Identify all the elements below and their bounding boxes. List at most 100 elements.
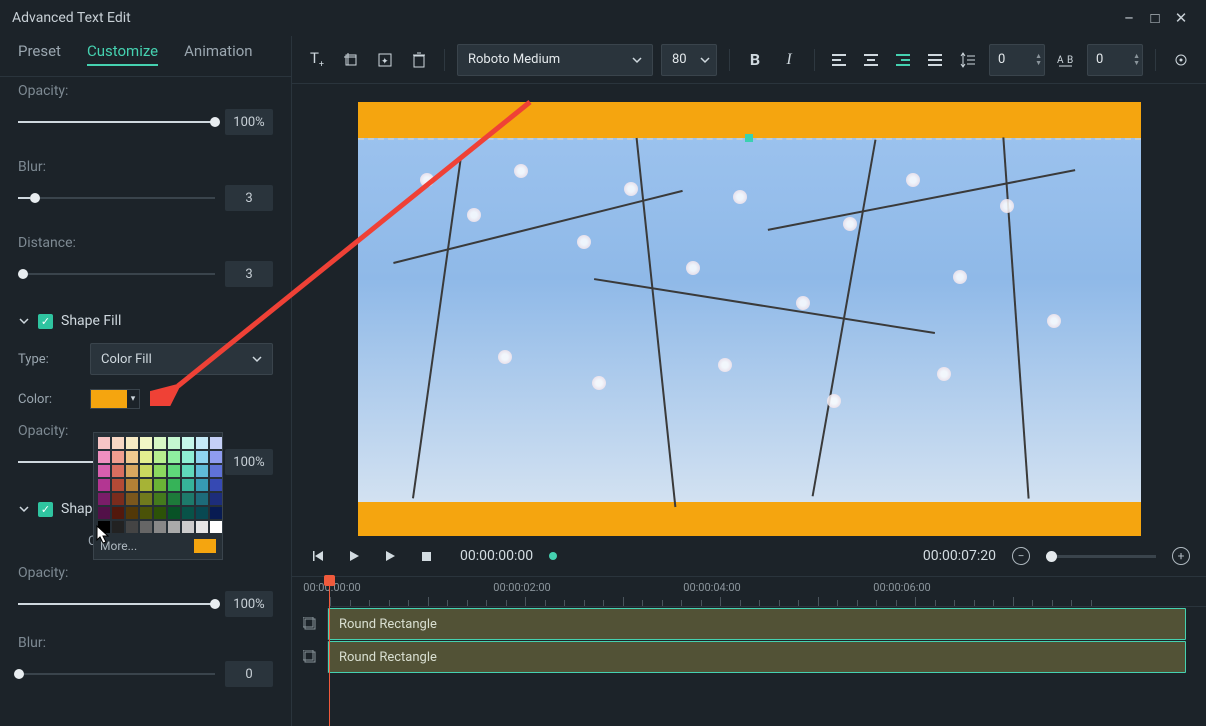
italic-icon[interactable]: I: [776, 47, 802, 73]
color-cell[interactable]: [140, 451, 152, 463]
delete-icon[interactable]: [406, 47, 432, 73]
presets-icon[interactable]: ✦: [372, 47, 398, 73]
color-cell[interactable]: [140, 521, 152, 533]
color-cell[interactable]: [112, 521, 124, 533]
maximize-button[interactable]: □: [1142, 9, 1168, 27]
color-cell[interactable]: [168, 465, 180, 477]
color-cell[interactable]: [168, 437, 180, 449]
color-cell[interactable]: [98, 465, 110, 477]
color-cell[interactable]: [168, 521, 180, 533]
color-cell[interactable]: [140, 507, 152, 519]
color-cell[interactable]: [210, 479, 222, 491]
color-cell[interactable]: [126, 437, 138, 449]
tab-customize[interactable]: Customize: [87, 42, 158, 66]
distance-value[interactable]: [225, 261, 273, 287]
color-cell[interactable]: [154, 437, 166, 449]
color-cell[interactable]: [140, 479, 152, 491]
border-blur-value[interactable]: [225, 661, 273, 687]
color-cell[interactable]: [182, 465, 194, 477]
color-cell[interactable]: [154, 507, 166, 519]
color-grid[interactable]: [98, 437, 218, 533]
color-cell[interactable]: [210, 507, 222, 519]
shape-border-checkbox[interactable]: ✓: [38, 502, 53, 517]
fill-opacity-value[interactable]: [225, 449, 273, 475]
add-text-icon[interactable]: T+: [304, 47, 330, 73]
fill-color-swatch[interactable]: ▾: [90, 389, 140, 409]
color-cell[interactable]: [154, 479, 166, 491]
align-left-icon[interactable]: [827, 48, 851, 72]
playhead[interactable]: [329, 577, 330, 726]
timeline-ruler[interactable]: 00:00:00:0000:00:02:0000:00:04:0000:00:0…: [328, 577, 1206, 607]
zoom-slider[interactable]: [1046, 555, 1156, 558]
blur-value[interactable]: [225, 185, 273, 211]
color-cell[interactable]: [182, 451, 194, 463]
close-button[interactable]: ✕: [1168, 9, 1194, 27]
timeline-clip[interactable]: Round Rectangle: [328, 608, 1186, 640]
play-forward-button[interactable]: [380, 550, 400, 562]
tab-preset[interactable]: Preset: [18, 42, 61, 66]
stop-button[interactable]: [416, 551, 436, 562]
char-spacing-icon[interactable]: AB: [1053, 47, 1079, 73]
color-cell[interactable]: [140, 465, 152, 477]
color-cell[interactable]: [112, 451, 124, 463]
color-cell[interactable]: [196, 493, 208, 505]
prev-frame-button[interactable]: [308, 550, 328, 562]
color-cell[interactable]: [210, 493, 222, 505]
color-cell[interactable]: [140, 493, 152, 505]
color-cell[interactable]: [196, 507, 208, 519]
color-cell[interactable]: [98, 493, 110, 505]
crop-icon[interactable]: [338, 47, 364, 73]
chevron-down-icon[interactable]: [18, 315, 30, 327]
track-gutter-icon[interactable]: [292, 608, 328, 640]
align-center-icon[interactable]: [859, 48, 883, 72]
color-cell[interactable]: [196, 521, 208, 533]
preview-canvas[interactable]: [358, 102, 1141, 536]
line-spacing-input[interactable]: 0 ▲▼: [989, 44, 1045, 76]
blur-slider[interactable]: [18, 185, 273, 211]
font-size-select[interactable]: 80: [661, 44, 717, 76]
color-cell[interactable]: [168, 451, 180, 463]
color-cell[interactable]: [126, 451, 138, 463]
color-cell[interactable]: [210, 521, 222, 533]
color-cell[interactable]: [196, 451, 208, 463]
color-cell[interactable]: [182, 521, 194, 533]
char-spacing-input[interactable]: 0 ▲▼: [1087, 44, 1143, 76]
color-cell[interactable]: [98, 507, 110, 519]
color-cell[interactable]: [168, 493, 180, 505]
color-cell[interactable]: [98, 437, 110, 449]
minimize-button[interactable]: –: [1116, 9, 1142, 27]
track-gutter-icon[interactable]: [292, 641, 328, 673]
color-cell[interactable]: [182, 479, 194, 491]
color-cell[interactable]: [182, 493, 194, 505]
color-cell[interactable]: [112, 507, 124, 519]
align-right-icon[interactable]: [891, 48, 915, 72]
color-cell[interactable]: [112, 437, 124, 449]
color-cell[interactable]: [182, 437, 194, 449]
color-cell[interactable]: [168, 507, 180, 519]
font-select[interactable]: Roboto Medium: [457, 44, 653, 76]
color-cell[interactable]: [196, 437, 208, 449]
distance-slider[interactable]: [18, 261, 273, 287]
color-cell[interactable]: [126, 479, 138, 491]
timeline-clip[interactable]: Round Rectangle: [328, 641, 1186, 673]
color-cell[interactable]: [126, 507, 138, 519]
shape-bottom-band[interactable]: [358, 502, 1141, 536]
color-cell[interactable]: [154, 465, 166, 477]
color-cell[interactable]: [112, 493, 124, 505]
color-cell[interactable]: [210, 437, 222, 449]
align-justify-icon[interactable]: [923, 48, 947, 72]
color-cell[interactable]: [154, 493, 166, 505]
border-opacity-value[interactable]: [225, 591, 273, 617]
play-button[interactable]: [344, 550, 364, 562]
color-cell[interactable]: [126, 465, 138, 477]
border-opacity-slider[interactable]: [18, 591, 273, 617]
tab-animation[interactable]: Animation: [184, 42, 252, 66]
color-cell[interactable]: [210, 451, 222, 463]
color-cell[interactable]: [196, 479, 208, 491]
marker-dot[interactable]: [549, 552, 557, 560]
type-select[interactable]: Color Fill: [90, 343, 273, 375]
color-cell[interactable]: [196, 465, 208, 477]
zoom-in-button[interactable]: +: [1172, 547, 1190, 565]
chevron-down-icon[interactable]: [18, 503, 30, 515]
resize-handle[interactable]: [745, 134, 753, 142]
